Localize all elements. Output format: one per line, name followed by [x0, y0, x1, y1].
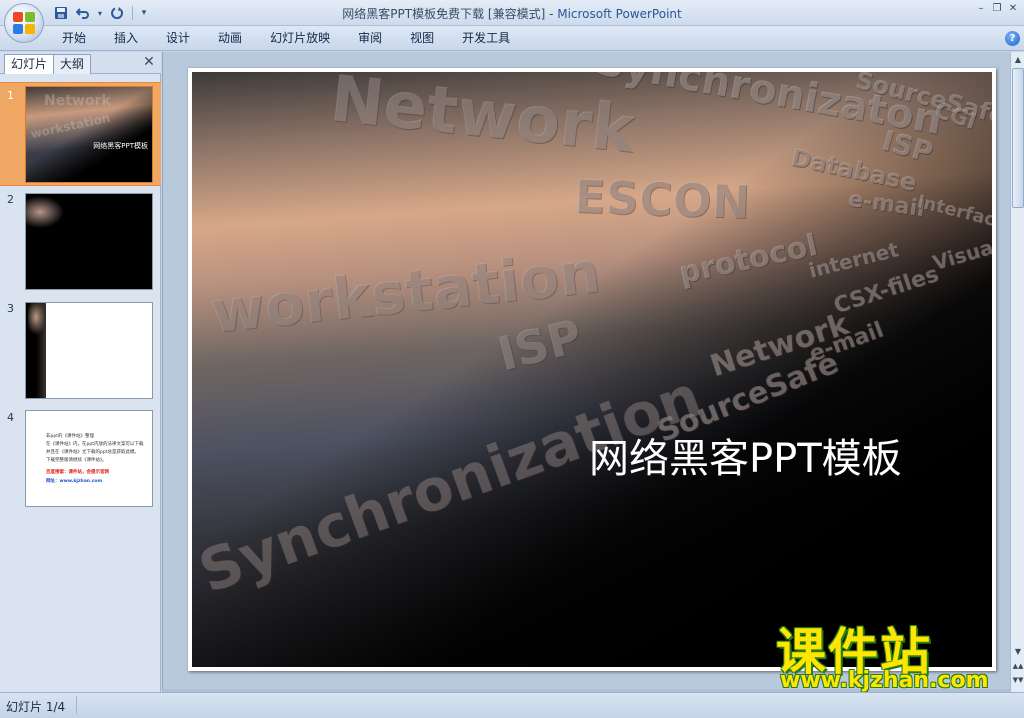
tab-review[interactable]: 审阅	[344, 30, 396, 47]
panel-tabs: 幻灯片 大纲 ✕	[0, 52, 161, 74]
slide-thumbnail-row-1[interactable]: 1 Network workstation 网络黑客PPT模板	[0, 82, 161, 186]
ribbon-tabs: 开始 插入 设计 动画 幻灯片放映 审阅 视图 开发工具	[48, 30, 524, 47]
ribbon-tab-bar: 开始 插入 设计 动画 幻灯片放映 审阅 视图 开发工具 ?	[0, 26, 1024, 51]
tab-animations[interactable]: 动画	[204, 30, 256, 47]
scrollbar-thumb[interactable]	[1012, 68, 1024, 208]
tab-view[interactable]: 视图	[396, 30, 448, 47]
thumbnail-text-line: 网址：www.kjzhan.com	[46, 479, 103, 484]
minimize-icon[interactable]: –	[974, 3, 988, 15]
undo-icon[interactable]	[74, 4, 92, 22]
status-separator	[76, 696, 77, 714]
slide-editing-pane: Network Synchronizaton SourceSafe CGI IS…	[162, 52, 1010, 692]
slide-canvas: Network Synchronizaton SourceSafe CGI IS…	[192, 72, 992, 667]
previous-slide-icon[interactable]: ▲▲	[1012, 660, 1024, 672]
tab-outline[interactable]: 大纲	[53, 54, 92, 74]
close-panel-icon[interactable]: ✕	[141, 54, 157, 70]
thumbnail-text-line: 并且在《课件站》尤下载的ppt总是获取此模。	[46, 450, 139, 455]
tab-slides[interactable]: 幻灯片	[4, 54, 55, 74]
slide-thumbnail[interactable]	[25, 193, 153, 290]
help-icon[interactable]: ?	[1005, 31, 1020, 46]
tab-slideshow[interactable]: 幻灯片放映	[256, 30, 344, 47]
undo-dropdown-icon[interactable]: ▾	[96, 4, 104, 22]
slide-number: 1	[7, 89, 14, 102]
close-icon[interactable]: ✕	[1006, 3, 1020, 15]
slide-thumbnail[interactable]: 非ppt的《课件站》整理 在《课件站》内，在ppt内放的法律文案可以下载 并且在…	[25, 410, 153, 507]
slide-count-label: 幻灯片 1/4	[6, 700, 66, 714]
tab-developer[interactable]: 开发工具	[448, 30, 524, 47]
tab-insert[interactable]: 插入	[100, 30, 152, 47]
office-button[interactable]	[4, 3, 44, 43]
vertical-scrollbar[interactable]: ▲ ▼ ▲▲ ▼▼	[1010, 52, 1024, 692]
watermark-url: www.kjzhan.com	[780, 668, 989, 693]
save-icon[interactable]	[52, 4, 70, 22]
title-bar: ▾ ▾ 网络黑客PPT模板免费下载 [兼容模式] - Microsoft Pow…	[0, 0, 1024, 26]
slide-thumbnail[interactable]: Network workstation 网络黑客PPT模板	[25, 86, 153, 183]
status-bar: 幻灯片 1/4	[0, 692, 1024, 718]
tab-design[interactable]: 设计	[152, 30, 204, 47]
title-separator: -	[545, 7, 558, 21]
scroll-down-icon[interactable]: ▼	[1012, 646, 1024, 658]
thumbnail-text-line: 下载完整版请继续《课件站》。	[46, 458, 107, 463]
thumbnail-text-line: 百度搜索：课件站，会提示官网	[46, 470, 109, 475]
redo-icon[interactable]	[108, 4, 126, 22]
window-controls: – ❐ ✕	[974, 3, 1020, 15]
app-name: Microsoft PowerPoint	[557, 7, 682, 21]
thumbnail-title: 网络黑客PPT模板	[93, 142, 148, 150]
thumbnail-background	[26, 194, 152, 289]
current-slide[interactable]: Network Synchronizaton SourceSafe CGI IS…	[188, 68, 996, 671]
restore-icon[interactable]: ❐	[990, 3, 1004, 15]
slide-number: 3	[7, 302, 14, 315]
tab-home[interactable]: 开始	[48, 30, 100, 47]
customize-qat-icon[interactable]: ▾	[139, 4, 149, 22]
thumbnail-text-line: 非ppt的《课件站》整理	[46, 434, 94, 439]
thumbnail-text-line: 在《课件站》内，在ppt内放的法律文案可以下载	[46, 442, 144, 447]
window-title: 网络黑客PPT模板免费下载 [兼容模式] - Microsoft PowerPo…	[0, 5, 1024, 22]
slides-panel: 幻灯片 大纲 ✕ 1 Network workstation 网络黑客PPT模板…	[0, 52, 161, 692]
slide-thumbnail[interactable]	[25, 302, 153, 399]
slide-number: 4	[7, 411, 14, 424]
next-slide-icon[interactable]: ▼▼	[1012, 674, 1024, 686]
background-word: ESCON	[573, 168, 751, 230]
scroll-up-icon[interactable]: ▲	[1012, 54, 1024, 66]
office-logo-icon	[13, 12, 35, 34]
thumbnail-glow	[28, 303, 44, 343]
slide-number: 2	[7, 193, 14, 206]
slide-title[interactable]: 网络黑客PPT模板	[589, 426, 902, 484]
thumbnail-decoration: Network	[44, 93, 111, 109]
quick-access-toolbar: ▾ ▾	[50, 4, 149, 22]
document-title: 网络黑客PPT模板免费下载 [兼容模式]	[342, 7, 546, 21]
qat-separator	[132, 6, 133, 20]
